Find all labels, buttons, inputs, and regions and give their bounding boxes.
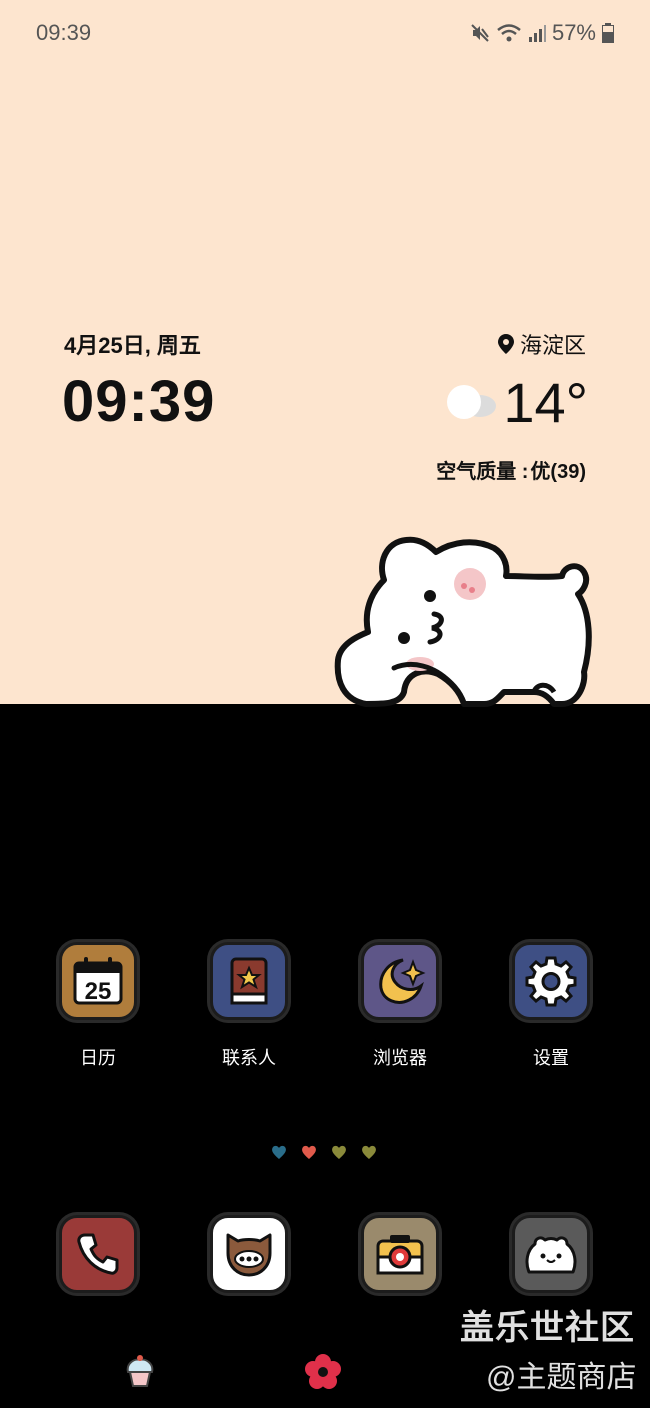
dock-camera[interactable] xyxy=(325,1215,475,1293)
contacts-book-icon[interactable] xyxy=(210,942,288,1020)
wifi-icon xyxy=(497,24,521,42)
gallery-bear-icon[interactable] xyxy=(512,1215,590,1293)
cupcake-icon[interactable] xyxy=(124,1354,156,1388)
location-label: 海淀区 xyxy=(519,333,586,358)
battery-percent: 57% xyxy=(551,20,596,45)
cloudy-weather-icon[interactable] xyxy=(444,382,500,422)
status-icons: 57% xyxy=(470,20,614,46)
app-contacts[interactable]: 联系人 xyxy=(174,942,324,1070)
battery-icon xyxy=(602,23,614,43)
location-pin-icon xyxy=(497,334,514,354)
gear-icon[interactable] xyxy=(512,942,590,1020)
status-time: 09:39 xyxy=(36,20,92,45)
wallpaper-top: 09:39 57% 4月25日, 周五 09:39 海淀区 14° 空气质量:… xyxy=(0,0,650,707)
watermark-theme-store: @主题商店 xyxy=(486,1352,636,1396)
app-label: 浏览器 xyxy=(373,1048,427,1068)
moon-glyph xyxy=(379,958,426,1004)
bear-glyph xyxy=(525,1236,577,1274)
app-settings[interactable]: 设置 xyxy=(476,942,626,1070)
watermark-community: 盖乐世社区 xyxy=(460,1309,635,1347)
app-browser[interactable]: 浏览器 xyxy=(325,942,475,1070)
widget-air-quality: 空气质量 : 优(39) xyxy=(436,455,586,484)
cat-glyph xyxy=(226,1233,272,1277)
app-label: 设置 xyxy=(533,1048,569,1068)
bear-illustration xyxy=(334,536,592,707)
phone-glyph xyxy=(77,1233,119,1275)
page-dot-heart-active[interactable] xyxy=(300,1144,318,1160)
calendar-icon[interactable]: 25 xyxy=(59,942,137,1020)
app-label: 联系人 xyxy=(222,1048,276,1068)
aqi-value: 优(39) xyxy=(530,461,586,483)
calendar-glyph: 25 xyxy=(73,957,123,1005)
dock-messages[interactable] xyxy=(174,1215,324,1293)
app-label: 日历 xyxy=(80,1048,116,1068)
aqi-label: 空气质量 : xyxy=(436,461,529,483)
watermark-theme-store-text: @主题商店 xyxy=(486,1361,637,1394)
phone-icon[interactable] xyxy=(59,1215,137,1293)
calendar-day: 25 xyxy=(85,978,112,1005)
widget-date: 4月25日, 周五 xyxy=(64,333,201,358)
moon-icon[interactable] xyxy=(361,942,439,1020)
widget-location[interactable]: 海淀区 xyxy=(497,328,586,360)
page-dot-heart[interactable] xyxy=(330,1144,348,1160)
gear-glyph xyxy=(525,956,577,1007)
app-calendar[interactable]: 25 日历 xyxy=(23,942,173,1070)
page-dot-heart[interactable] xyxy=(360,1144,378,1160)
page-indicator xyxy=(270,1144,378,1160)
widget-temperature[interactable]: 14° xyxy=(503,370,588,435)
signal-icon xyxy=(528,25,546,42)
page-dot-heart[interactable] xyxy=(270,1144,288,1160)
camera-glyph xyxy=(376,1235,424,1275)
dock-gallery[interactable] xyxy=(476,1215,626,1293)
contacts-glyph xyxy=(230,957,268,1005)
mute-icon xyxy=(471,24,489,42)
dock-phone[interactable] xyxy=(23,1215,173,1293)
widget-clock[interactable]: 09:39 xyxy=(62,368,215,435)
flower-icon[interactable] xyxy=(305,1354,341,1390)
chat-cat-icon[interactable] xyxy=(210,1215,288,1293)
camera-icon[interactable] xyxy=(361,1215,439,1293)
